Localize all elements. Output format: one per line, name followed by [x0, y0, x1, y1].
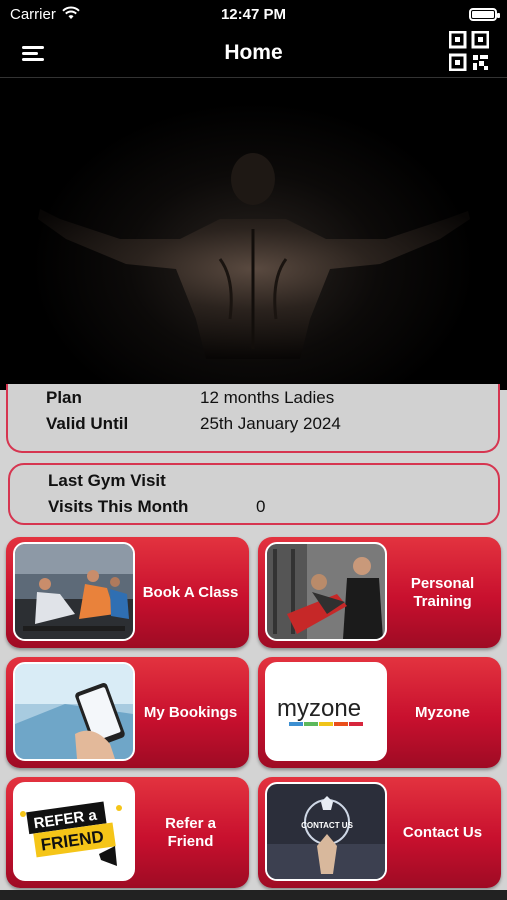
contact-us-image: CONTACT US	[265, 782, 387, 881]
fitness-class-image	[13, 542, 135, 641]
contact-badge-text: CONTACT US	[301, 821, 354, 830]
valid-until-value: 25th January 2024	[200, 414, 341, 433]
valid-until-row: Valid Until 25th January 2024	[46, 414, 488, 436]
last-visit-label: Last Gym Visit	[48, 471, 166, 490]
bottom-strip	[0, 890, 507, 900]
myzone-logo-image: myzone	[265, 662, 387, 761]
book-a-class-label: Book A Class	[142, 583, 239, 601]
visits-month-row: Visits This Month 0	[48, 497, 488, 519]
status-bar: Carrier 12:47 PM	[0, 0, 507, 30]
visits-month-label: Visits This Month	[48, 497, 189, 516]
myzone-logo-text: myzone	[277, 695, 361, 722]
hero-banner-image	[0, 79, 507, 390]
navigation-bar: Home	[0, 30, 507, 78]
contact-us-label: Contact Us	[402, 823, 483, 841]
book-a-class-button[interactable]: Book A Class	[6, 537, 249, 648]
page-title: Home	[224, 41, 283, 64]
myzone-button[interactable]: myzone Myzone	[258, 657, 501, 768]
refer-a-friend-image: REFER a FRIEND	[13, 782, 135, 881]
my-bookings-button[interactable]: My Bookings	[6, 657, 249, 768]
myzone-label: Myzone	[414, 703, 470, 721]
clock: 12:47 PM	[220, 6, 287, 23]
refer-a-friend-label: Refer a Friend	[165, 814, 216, 850]
plan-value: 12 months Ladies	[200, 388, 335, 407]
visits-month-value: 0	[256, 497, 266, 516]
muscular-back-silhouette	[38, 153, 470, 359]
contact-us-button[interactable]: CONTACT US Contact Us	[258, 777, 501, 888]
membership-card: Plan 12 months Ladies Valid Until 25th J…	[6, 384, 500, 453]
valid-until-label: Valid Until	[46, 414, 129, 433]
visits-card: Last Gym Visit Visits This Month 0	[8, 463, 500, 525]
refer-a-friend-button[interactable]: REFER a FRIEND Refer a Friend	[6, 777, 249, 888]
battery-icon	[469, 8, 500, 21]
qr-code-icon[interactable]	[449, 31, 489, 71]
personal-training-image	[265, 542, 387, 641]
personal-training-button[interactable]: Personal Training	[258, 537, 501, 648]
dashboard-content: Plan 12 months Ladies Valid Until 25th J…	[0, 384, 507, 900]
plan-row: Plan 12 months Ladies	[46, 388, 488, 410]
last-visit-row: Last Gym Visit	[48, 471, 488, 493]
my-bookings-image	[13, 662, 135, 761]
plan-label: Plan	[46, 388, 82, 407]
personal-training-label: Personal Training	[410, 574, 475, 610]
my-bookings-label: My Bookings	[143, 703, 238, 721]
